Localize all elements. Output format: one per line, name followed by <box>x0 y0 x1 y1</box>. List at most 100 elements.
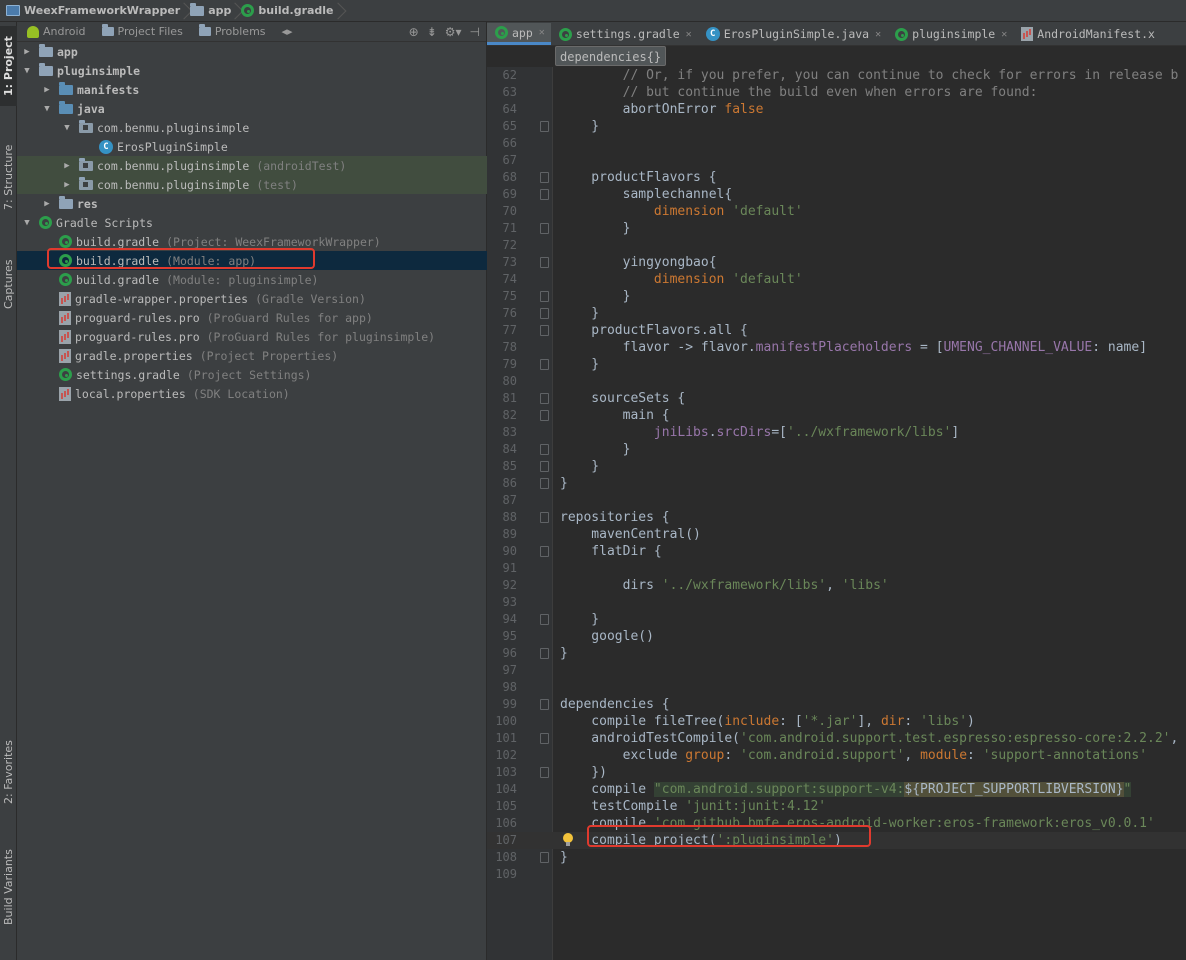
fold-marker-icon[interactable] <box>540 393 549 404</box>
close-tab-icon[interactable]: ✕ <box>539 27 545 38</box>
expand-arrow-icon[interactable]: ▼ <box>61 123 73 133</box>
expand-arrow-icon[interactable]: ▼ <box>21 218 33 228</box>
code-line: 107 compile project(':pluginsimple') <box>487 832 1186 849</box>
gear-icon[interactable]: ⚙▾ <box>445 25 462 39</box>
expand-arrow-icon[interactable]: ▼ <box>21 66 33 76</box>
line-number: 90 <box>502 544 517 558</box>
close-tab-icon[interactable]: ✕ <box>686 29 692 40</box>
tree-item[interactable]: ▶ res <box>17 194 487 213</box>
fold-marker-icon[interactable] <box>540 512 549 523</box>
line-number: 97 <box>502 663 517 677</box>
code-line: 88 repositories { <box>487 509 1186 526</box>
tree-item[interactable]: ▼ pluginsimple <box>17 61 487 80</box>
fold-marker-icon[interactable] <box>540 648 549 659</box>
code-token: : <box>967 748 983 763</box>
fold-marker-icon[interactable] <box>540 189 549 200</box>
code-text: google() <box>553 628 654 645</box>
breadcrumb-item[interactable]: build.gradle <box>241 0 339 22</box>
fold-marker-icon[interactable] <box>540 852 549 863</box>
fold-marker-icon[interactable] <box>540 699 549 710</box>
tree-item[interactable]: gradle.properties (Project Properties) <box>17 346 487 365</box>
fold-marker-icon[interactable] <box>540 223 549 234</box>
tree-item[interactable]: build.gradle (Module: pluginsimple) <box>17 270 487 289</box>
code-breadcrumb[interactable]: dependencies{} <box>555 46 667 66</box>
code-area[interactable]: 62 // Or, if you prefer, you can continu… <box>487 67 1186 883</box>
code-line: 62 // Or, if you prefer, you can continu… <box>487 67 1186 84</box>
line-number: 70 <box>502 204 517 218</box>
android-view-tab[interactable]: Android <box>27 25 86 38</box>
editor-tab[interactable]: AndroidManifest.x <box>1013 23 1161 45</box>
tree-item[interactable]: ▶ com.benmu.pluginsimple (androidTest) <box>17 156 487 175</box>
fold-marker-icon[interactable] <box>540 325 549 336</box>
fold-marker-icon[interactable] <box>540 291 549 302</box>
tree-item[interactable]: local.properties (SDK Location) <box>17 384 487 403</box>
tree-item[interactable]: ▼ java <box>17 99 487 118</box>
tree-item[interactable]: gradle-wrapper.properties (Gradle Version… <box>17 289 487 308</box>
editor-tab[interactable]: pluginsimple ✕ <box>887 23 1013 45</box>
close-tab-icon[interactable]: ✕ <box>875 29 881 40</box>
code-text: } <box>553 849 568 866</box>
fold-marker-icon[interactable] <box>540 257 549 268</box>
tree-item[interactable]: ▶ app <box>17 42 487 61</box>
tree-item[interactable]: ▼ Gradle Scripts <box>17 213 487 232</box>
fold-marker-icon[interactable] <box>540 461 549 472</box>
tree-item[interactable]: ▶ manifests <box>17 80 487 99</box>
code-token: compile <box>560 816 654 831</box>
expand-arrow-icon[interactable]: ▼ <box>41 104 53 114</box>
fold-marker-icon[interactable] <box>540 767 549 778</box>
code-text: sourceSets { <box>553 390 685 407</box>
fold-marker-icon[interactable] <box>540 444 549 455</box>
project-files-tab[interactable]: Project Files <box>101 24 183 38</box>
scroll-from-source-icon[interactable]: ⊕ <box>409 25 419 39</box>
breadcrumb-item[interactable]: WeexFrameworkWrapper <box>6 0 186 22</box>
tree-item[interactable]: ▶ com.benmu.pluginsimple (test) <box>17 175 487 194</box>
fold-marker-icon[interactable] <box>540 121 549 132</box>
fold-marker-icon[interactable] <box>540 733 549 744</box>
code-token: "com.android.support:support-v4: <box>653 782 905 797</box>
favorites-tool-tab[interactable]: 2: Favorites <box>0 722 17 822</box>
fold-marker-icon[interactable] <box>540 308 549 319</box>
code-line: 81 sourceSets { <box>487 390 1186 407</box>
code-line: 87 <box>487 492 1186 509</box>
breadcrumb-item[interactable]: app <box>190 0 237 22</box>
fold-marker-icon[interactable] <box>540 410 549 421</box>
expand-arrow-icon[interactable]: ▶ <box>61 180 73 190</box>
fold-marker-icon[interactable] <box>540 546 549 557</box>
close-tab-icon[interactable]: ✕ <box>1001 29 1007 40</box>
gradle-icon <box>59 273 72 286</box>
fold-marker-icon[interactable] <box>540 478 549 489</box>
tree-item[interactable]: proguard-rules.pro (ProGuard Rules for ap… <box>17 308 487 327</box>
editor-tab[interactable]: app ✕ <box>487 23 551 45</box>
intention-bulb-icon[interactable] <box>563 833 573 846</box>
line-number: 98 <box>502 680 517 694</box>
expand-arrow-icon[interactable]: ▶ <box>41 199 53 209</box>
more-tabs-icon[interactable]: ◂▸ <box>282 25 293 38</box>
expand-arrow-icon[interactable]: ▶ <box>41 85 53 95</box>
build-variants-tool-tab[interactable]: Build Variants <box>0 830 17 945</box>
editor-tab[interactable]: C ErosPluginSimple.java ✕ <box>698 23 887 45</box>
problems-tab[interactable]: Problems <box>198 24 266 38</box>
fold-gutter <box>517 475 553 492</box>
fold-marker-icon[interactable] <box>540 614 549 625</box>
fold-marker-icon[interactable] <box>540 172 549 183</box>
hide-panel-icon[interactable]: ⊣ <box>470 25 480 39</box>
expand-arrow-icon[interactable]: ▶ <box>61 161 73 171</box>
project-tool-tab[interactable]: 1: Project <box>0 26 17 106</box>
tree-item[interactable]: settings.gradle (Project Settings) <box>17 365 487 384</box>
folder-icon <box>198 24 211 36</box>
expand-arrow-icon[interactable]: ▶ <box>21 47 33 57</box>
captures-tool-tab[interactable]: Captures <box>0 244 17 324</box>
structure-tool-tab[interactable]: 7: Structure <box>0 122 17 232</box>
code-text: } <box>553 645 568 662</box>
tree-item[interactable]: build.gradle (Module: app) <box>17 251 487 270</box>
tree-item[interactable]: ▼ com.benmu.pluginsimple <box>17 118 487 137</box>
editor-tab[interactable]: settings.gradle ✕ <box>551 23 698 45</box>
fold-marker-icon[interactable] <box>540 359 549 370</box>
tree-item-label: manifests <box>77 82 140 97</box>
tree-item[interactable]: proguard-rules.pro (ProGuard Rules for pl… <box>17 327 487 346</box>
code-token: dimension <box>653 204 725 219</box>
fold-gutter <box>517 424 553 441</box>
collapse-all-icon[interactable]: ⇟ <box>427 25 437 39</box>
tree-item[interactable]: C ErosPluginSimple <box>17 137 487 156</box>
tree-item[interactable]: build.gradle (Project: WeexFrameworkWrapp… <box>17 232 487 251</box>
